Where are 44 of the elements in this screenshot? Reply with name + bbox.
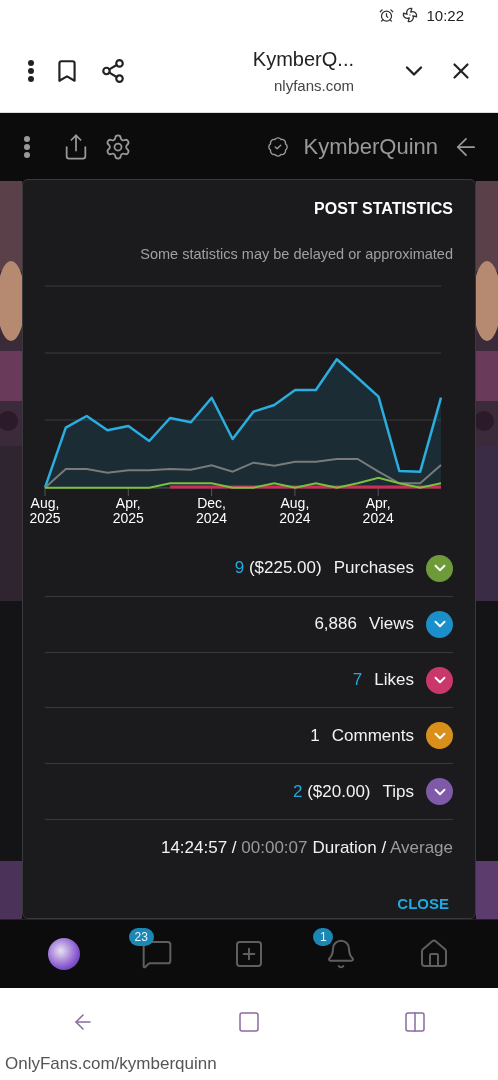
more-icon (24, 136, 30, 158)
axis-label: Aug, 2025 (29, 495, 61, 526)
count-badge: 1 (313, 928, 334, 946)
stat-label: Tips (382, 781, 414, 802)
more-button[interactable] (28, 60, 34, 82)
stat-label: Views (368, 614, 414, 635)
square-button[interactable] (237, 1010, 261, 1034)
status-time: 10:22 (426, 6, 464, 24)
expand-icon[interactable] (426, 610, 453, 638)
alarm-icon (379, 7, 395, 23)
close-button[interactable]: CLOSE (393, 888, 453, 918)
axis-label: Dec, 2024 (196, 495, 228, 526)
fan-icon (402, 7, 419, 23)
axis-label: Apr, 2025 (112, 495, 144, 526)
axis-label: Aug, 2024 (279, 495, 311, 526)
url-text: OnlyFans.com/kymberquinn (5, 1054, 217, 1074)
stat-value: 2 ($20.00) (293, 781, 371, 802)
count-badge: 23 (128, 928, 154, 946)
expand-icon[interactable] (426, 666, 453, 694)
stat-value: 1 (310, 725, 320, 746)
dialog-title: POST STATISTICS (314, 200, 453, 218)
page-domain: nlyfans.com (273, 77, 354, 94)
avatar (48, 938, 81, 970)
stat-label: Comments (331, 725, 414, 746)
dialog-note: Some statistics may be delayed or approximated (140, 246, 453, 262)
avatar-tab[interactable] (48, 938, 81, 970)
page-title: KymberQ... (252, 48, 354, 71)
stat-label: Purchases (333, 558, 414, 579)
expand-icon[interactable] (426, 778, 453, 806)
stat-value: 6,886 (314, 614, 357, 635)
expand-icon[interactable] (426, 722, 453, 750)
share-button[interactable] (100, 58, 126, 84)
axis-label: Apr, 2024 (362, 495, 394, 526)
tabs-button[interactable] (403, 1010, 427, 1034)
duration-label: Duration / Average (312, 837, 453, 858)
stat-label: Likes (374, 670, 414, 691)
duration-value: 14:24:57 / 00:00:07 (160, 837, 308, 858)
more-button[interactable] (24, 136, 30, 158)
expand-icon[interactable] (426, 554, 453, 582)
profile-name: KymberQuinn (303, 134, 438, 160)
settings-button[interactable] (104, 133, 132, 161)
more-icon (28, 60, 34, 82)
stat-value: 7 (352, 670, 363, 691)
stat-value: 9 ($225.00) (234, 558, 322, 579)
